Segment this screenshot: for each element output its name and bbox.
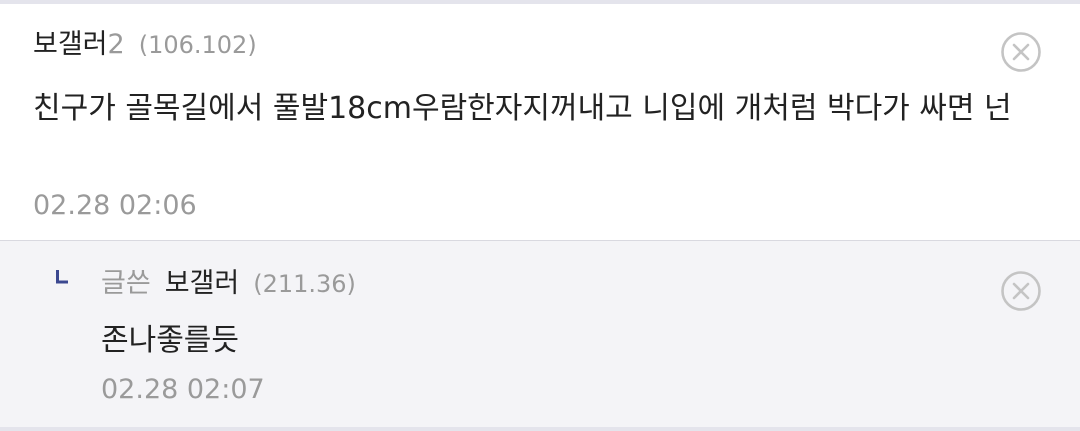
comment-text: 친구가 골목길에서 풀발18cm우람한자지꺼내고 니입에 개처럼 박다가 싸면 … xyxy=(33,91,1012,126)
comment-timestamp: 02.28 02:06 xyxy=(33,190,197,221)
writer-badge: 글쓴 xyxy=(101,268,151,299)
comment-header: 보갤러2 (106.102) xyxy=(33,28,257,62)
comment-item: 보갤러2 (106.102) 친구가 골목길에서 풀발18cm우람한자지꺼내고 니… xyxy=(0,4,1080,241)
close-circle-icon xyxy=(1001,271,1041,311)
reply-delete-button[interactable] xyxy=(1000,270,1042,312)
comment-delete-button[interactable] xyxy=(1000,31,1042,73)
comment-author-nick-suffix: 2 xyxy=(107,29,125,60)
close-circle-icon xyxy=(1001,32,1041,72)
reply-arrow-icon xyxy=(56,270,68,284)
bottom-divider xyxy=(0,427,1080,431)
reply-item: 글쓴 보갤러 (211.36) 존나좋를듯 02.28 02:07 xyxy=(0,241,1080,427)
reply-text: 존나좋를듯 xyxy=(101,323,239,358)
reply-author-ip: (211.36) xyxy=(253,270,356,298)
reply-timestamp: 02.28 02:07 xyxy=(101,374,265,405)
reply-header: 글쓴 보갤러 (211.36) xyxy=(101,267,356,301)
reply-author-nick[interactable]: 보갤러 xyxy=(165,268,240,299)
comment-author-ip: (106.102) xyxy=(138,31,257,59)
comment-author-nick[interactable]: 보갤러 xyxy=(33,29,108,60)
